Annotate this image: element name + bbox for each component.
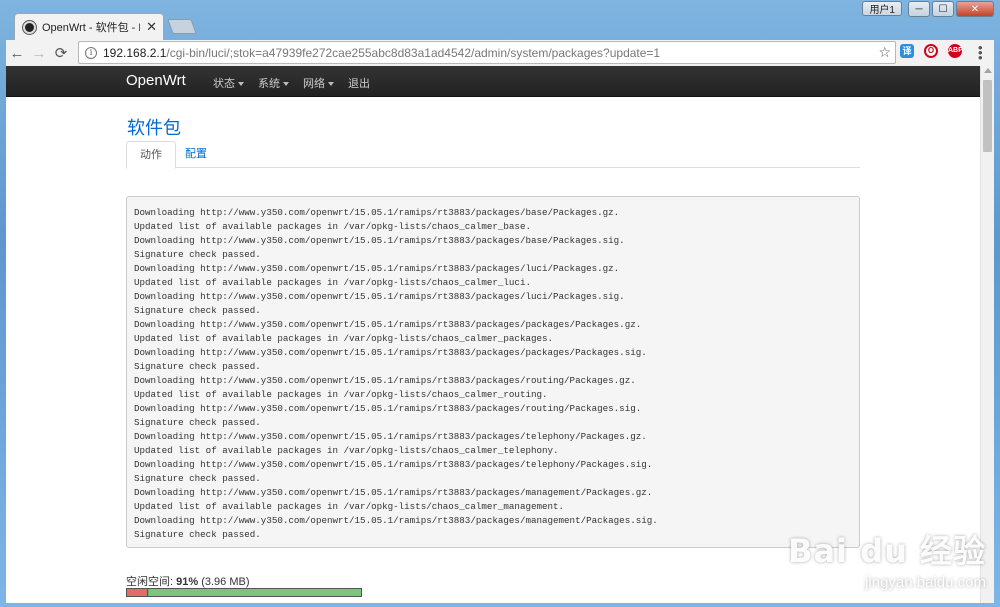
- page-viewport: OpenWrt 状态 系统 网络 退出 软件包 动作 配置 Downloadin…: [6, 66, 994, 603]
- browser-menu-icon[interactable]: • • •: [978, 41, 983, 64]
- watermark-logo: Bai du 经验: [788, 532, 986, 570]
- free-space-fill: [149, 589, 361, 596]
- minimize-button[interactable]: ─: [908, 1, 930, 17]
- free-space-percent: 91%: [176, 576, 199, 588]
- info-icon[interactable]: i: [85, 46, 97, 59]
- back-arrow-icon[interactable]: ←: [6, 45, 28, 62]
- log-line: Updated list of available packages in /v…: [134, 501, 565, 512]
- log-line: Signature check passed.: [134, 417, 261, 428]
- menu-system-label: 系统: [258, 78, 280, 90]
- log-line: Downloading http://www.y350.com/openwrt/…: [134, 375, 636, 386]
- url-host: 192.168.2.1: [103, 45, 167, 60]
- log-line: Downloading http://www.y350.com/openwrt/…: [134, 459, 653, 470]
- brand-link[interactable]: OpenWrt: [126, 72, 186, 89]
- caret-down-icon: [238, 81, 244, 86]
- free-space-label: 空闲空间:: [126, 576, 174, 588]
- tab-close-icon[interactable]: ✕: [146, 19, 157, 35]
- menu-network[interactable]: 网络: [303, 75, 334, 91]
- log-line: Updated list of available packages in /v…: [134, 389, 548, 400]
- log-line: Updated list of available packages in /v…: [134, 277, 531, 288]
- watermark-url: jingyan.baidu.com: [865, 574, 986, 591]
- log-line: Downloading http://www.y350.com/openwrt/…: [134, 347, 647, 358]
- log-line: Downloading http://www.y350.com/openwrt/…: [134, 207, 620, 218]
- url-path: /cgi-bin/luci/;stok=a47939fe272cae255abc…: [166, 45, 661, 60]
- maximize-button[interactable]: ☐: [932, 1, 954, 17]
- scroll-up-arrow-icon[interactable]: [984, 68, 992, 73]
- bookmark-star-icon[interactable]: ☆: [878, 44, 891, 61]
- log-line: Signature check passed.: [134, 529, 261, 540]
- log-line: Downloading http://www.y350.com/openwrt/…: [134, 319, 642, 330]
- tab-actions[interactable]: 动作: [126, 141, 176, 169]
- user-profile-button[interactable]: 用户1: [862, 1, 902, 16]
- translate-extension-icon[interactable]: 译: [900, 44, 914, 58]
- browser-tab[interactable]: OpenWrt - 软件包 - Lu ✕: [14, 13, 164, 40]
- luci-navbar: OpenWrt 状态 系统 网络 退出: [6, 66, 980, 97]
- log-line: Downloading http://www.y350.com/openwrt/…: [134, 291, 625, 302]
- menu-logout[interactable]: 退出: [348, 75, 370, 91]
- vertical-scrollbar[interactable]: [980, 66, 994, 603]
- log-line: Signature check passed.: [134, 473, 261, 484]
- menu-status-label: 状态: [213, 78, 235, 90]
- close-window-button[interactable]: ✕: [956, 1, 994, 17]
- openwrt-favicon-icon: [23, 20, 36, 34]
- free-space-text: 空闲空间: 91% (3.96 MB): [126, 573, 250, 589]
- log-line: Signature check passed.: [134, 361, 261, 372]
- log-line: Updated list of available packages in /v…: [134, 445, 559, 456]
- title-bar: OpenWrt - 软件包 - Lu ✕ 用户1 ─ ☐ ✕: [0, 0, 1000, 40]
- user-label: 用户1: [869, 5, 895, 16]
- menu-system[interactable]: 系统: [258, 75, 289, 91]
- log-line: Downloading http://www.y350.com/openwrt/…: [134, 263, 620, 274]
- scrollbar-thumb[interactable]: [983, 80, 992, 152]
- log-line: Updated list of available packages in /v…: [134, 221, 531, 232]
- page-title: 软件包: [127, 118, 181, 138]
- log-line: Signature check passed.: [134, 305, 261, 316]
- main-menu: 状态 系统 网络 退出: [213, 75, 370, 91]
- browser-toolbar: ← → ⟳ i 192.168.2.1/cgi-bin/luci/;stok=a…: [6, 40, 994, 66]
- used-space-fill: [127, 589, 148, 596]
- baidu-watermark: Bai du 经验 jingyan.baidu.com: [788, 526, 986, 591]
- log-line: Downloading http://www.y350.com/openwrt/…: [134, 431, 647, 442]
- tab-title: OpenWrt - 软件包 - Lu: [42, 22, 141, 34]
- url-text: 192.168.2.1/cgi-bin/luci/;stok=a47939fe2…: [103, 46, 660, 60]
- log-line: Downloading http://www.y350.com/openwrt/…: [134, 487, 653, 498]
- menu-network-label: 网络: [303, 78, 325, 90]
- reload-icon[interactable]: ⟳: [50, 44, 72, 62]
- log-line: Downloading http://www.y350.com/openwrt/…: [134, 515, 658, 526]
- window-controls: 用户1 ─ ☐ ✕: [862, 1, 994, 17]
- log-line: Signature check passed.: [134, 249, 261, 260]
- page-tabs: 动作 配置: [126, 141, 860, 169]
- opera-extension-icon[interactable]: O: [924, 44, 938, 58]
- log-line: Downloading http://www.y350.com/openwrt/…: [134, 235, 625, 246]
- free-space-bar: [126, 588, 362, 597]
- caret-down-icon: [283, 81, 289, 86]
- browser-window: OpenWrt - 软件包 - Lu ✕ 用户1 ─ ☐ ✕ ← → ⟳ i 1…: [0, 0, 1000, 607]
- log-line: Updated list of available packages in /v…: [134, 333, 554, 344]
- adblock-extension-icon[interactable]: ABP: [948, 44, 963, 58]
- menu-status[interactable]: 状态: [213, 75, 244, 91]
- log-line: Downloading http://www.y350.com/openwrt/…: [134, 403, 642, 414]
- menu-logout-label: 退出: [348, 78, 370, 90]
- tab-configuration[interactable]: 配置: [172, 141, 220, 168]
- forward-arrow-icon[interactable]: →: [28, 45, 50, 62]
- address-bar[interactable]: i 192.168.2.1/cgi-bin/luci/;stok=a47939f…: [78, 41, 896, 64]
- caret-down-icon: [328, 81, 334, 86]
- new-tab-button[interactable]: [167, 19, 197, 34]
- update-log-output: Downloading http://www.y350.com/openwrt/…: [126, 196, 860, 548]
- free-space-size: (3.96 MB): [201, 576, 250, 588]
